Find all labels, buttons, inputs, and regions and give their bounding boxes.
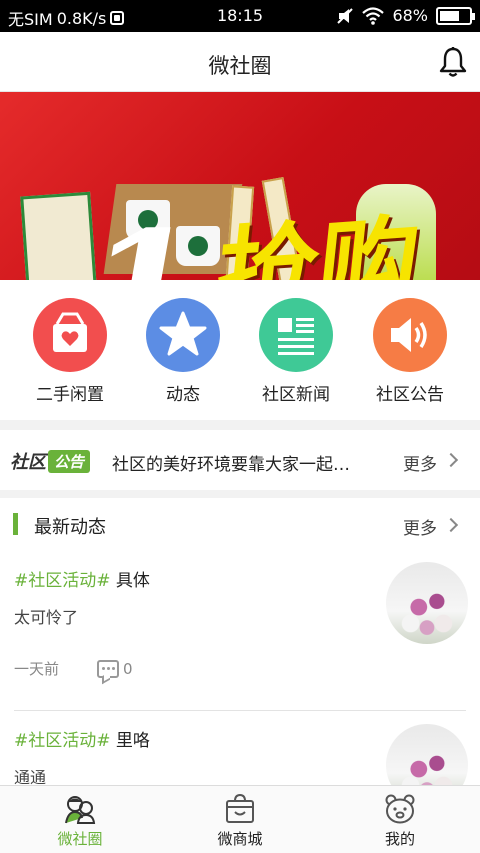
post-time: 一天前	[14, 660, 60, 678]
post-body: 通通	[14, 768, 47, 785]
post-title-line: #社区活动# 里咯	[14, 726, 150, 751]
notice-more-link[interactable]: 更多	[403, 450, 437, 475]
promo-banner[interactable]: 1 元 抢购	[0, 92, 480, 280]
tab-label: 微社圈	[57, 830, 103, 848]
chevron-right-icon[interactable]	[443, 517, 459, 533]
tab-mall[interactable]: 微商城	[160, 786, 320, 853]
status-bar: 无SIM 0.8K/s 18:15 68%	[0, 0, 480, 32]
post-hashtag[interactable]: #社区活动#	[14, 731, 111, 751]
post-thumbnail[interactable]	[386, 562, 468, 644]
basket-heart-icon	[53, 312, 87, 352]
speaker-icon	[391, 318, 427, 352]
comment-count: 0	[123, 659, 133, 678]
post-meta: 一天前 0	[14, 658, 133, 679]
comment-icon[interactable]	[97, 659, 120, 678]
quick-item-announcements[interactable]: 社区公告	[350, 298, 470, 405]
top-bar: 微社圈	[0, 32, 480, 92]
post-title-line: #社区活动# 具体	[14, 566, 150, 591]
shopping-bag-icon	[226, 794, 254, 823]
star-icon	[159, 311, 207, 356]
latest-feed: 最新动态 更多 #社区活动# 具体 太可怜了 一天前 0 #社区活动# 里咯 通…	[0, 498, 480, 785]
post-hashtag[interactable]: #社区活动#	[14, 571, 111, 591]
post-thumbnail[interactable]	[386, 724, 468, 785]
battery-fill	[440, 10, 459, 21]
post-body: 太可怜了	[14, 608, 79, 627]
page-title: 微社圈	[208, 54, 272, 78]
quick-icon-circle	[373, 298, 447, 372]
feed-post[interactable]: #社区活动# 具体 太可怜了 一天前 0	[0, 550, 480, 710]
notice-bar[interactable]: 社区 公告 社区的美好环境要靠大家一起… 更多	[0, 430, 480, 490]
notice-tag: 社区 公告	[10, 448, 91, 474]
quick-icon-circle	[33, 298, 107, 372]
quick-item-second-hand[interactable]: 二手闲置	[10, 298, 130, 405]
tab-label: 我的	[384, 830, 415, 848]
battery-percent: 68%	[392, 6, 428, 25]
post-title: 具体	[115, 571, 150, 591]
tab-community[interactable]: 微社圈	[0, 786, 160, 853]
quick-item-news[interactable]: 社区新闻	[236, 298, 356, 405]
quick-label: 社区公告	[376, 385, 444, 405]
quick-label: 二手闲置	[36, 385, 104, 405]
banner-text-qiang: 抢购	[210, 202, 426, 280]
chevron-right-icon[interactable]	[443, 452, 459, 468]
post-divider	[14, 710, 466, 711]
community-icon	[65, 796, 96, 824]
status-right: 68%	[336, 6, 475, 25]
feed-title: 最新动态	[34, 517, 106, 538]
news-icon	[278, 318, 314, 355]
feed-header: 最新动态 更多	[0, 498, 480, 550]
wifi-icon	[362, 6, 385, 25]
tab-label: 微商城	[217, 830, 263, 848]
bottom-tab-bar: 微社圈 微商城 我的	[0, 785, 480, 853]
section-accent	[13, 513, 18, 535]
tab-profile[interactable]: 我的	[320, 786, 480, 853]
quick-icon-circle	[146, 298, 220, 372]
notice-tag-announcement: 公告	[48, 449, 91, 473]
quick-item-moments[interactable]: 动态	[123, 298, 243, 405]
notice-text[interactable]: 社区的美好环境要靠大家一起…	[112, 450, 382, 475]
post-title: 里咯	[115, 731, 150, 751]
quick-menu: 二手闲置 动态 社区新闻 社区公告	[0, 280, 480, 420]
bear-face-icon	[385, 794, 415, 824]
battery-icon	[436, 6, 475, 25]
feed-post[interactable]: #社区活动# 里咯 通通	[0, 712, 480, 785]
quick-label: 动态	[166, 385, 200, 405]
notice-tag-community: 社区	[10, 452, 46, 473]
quick-label: 社区新闻	[262, 385, 330, 405]
quick-icon-circle	[259, 298, 333, 372]
bell-icon[interactable]	[438, 46, 468, 78]
feed-more-link[interactable]: 更多	[403, 514, 437, 539]
mute-icon	[337, 7, 354, 24]
